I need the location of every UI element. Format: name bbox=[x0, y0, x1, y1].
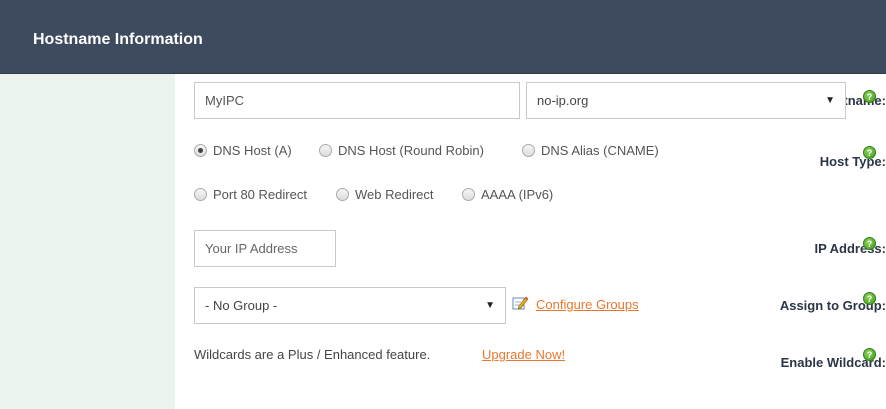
radio-label-port-80-redirect: Port 80 Redirect bbox=[213, 187, 307, 202]
group-help-question-mark-icon[interactable]: ? bbox=[863, 292, 876, 305]
group-select[interactable]: - No Group - ▼ bbox=[194, 287, 506, 324]
radio-aaaa-ipv6[interactable]: AAAA (IPv6) bbox=[462, 187, 553, 202]
configure-groups-link[interactable]: Configure Groups bbox=[536, 297, 639, 312]
caret-down-icon: ▼ bbox=[485, 300, 495, 311]
domain-select[interactable]: no-ip.org ▼ bbox=[526, 82, 846, 119]
radio-dot bbox=[319, 144, 332, 157]
group-select-value: - No Group - bbox=[205, 298, 278, 313]
radio-label-web-redirect: Web Redirect bbox=[355, 187, 434, 202]
wildcard-help-question-mark-icon[interactable]: ? bbox=[863, 348, 876, 361]
ip-address-help-question-mark-icon[interactable]: ? bbox=[863, 237, 876, 250]
label-column bbox=[0, 74, 175, 409]
hostname-help-question-mark-icon[interactable]: ? bbox=[863, 90, 876, 103]
radio-dns-host-a[interactable]: DNS Host (A) bbox=[194, 143, 292, 158]
radio-label-aaaa-ipv6: AAAA (IPv6) bbox=[481, 187, 554, 202]
upgrade-now-link[interactable]: Upgrade Now! bbox=[482, 347, 565, 362]
radio-label-dns-host-a: DNS Host (A) bbox=[213, 143, 292, 158]
hostname-input[interactable]: MyIPC bbox=[194, 82, 520, 119]
radio-dot-checked bbox=[194, 144, 207, 157]
edit-pencil-icon[interactable] bbox=[512, 296, 528, 310]
host-type-help-question-mark-icon[interactable]: ? bbox=[863, 146, 876, 159]
radio-dot bbox=[462, 188, 475, 201]
host-type-label: Host Type: bbox=[819, 154, 886, 169]
ip-address-label: IP Address: bbox=[814, 241, 886, 256]
caret-down-icon: ▼ bbox=[825, 95, 835, 106]
radio-port-80-redirect[interactable]: Port 80 Redirect bbox=[194, 187, 307, 202]
radio-dot bbox=[194, 188, 207, 201]
radio-label-dns-alias-cname: DNS Alias (CNAME) bbox=[541, 143, 659, 158]
panel-header: Hostname Information bbox=[0, 0, 886, 74]
ip-address-input[interactable]: Your IP Address bbox=[194, 230, 336, 267]
radio-dns-alias-cname[interactable]: DNS Alias (CNAME) bbox=[522, 143, 659, 158]
assign-group-label: Assign to Group: bbox=[779, 298, 886, 313]
radio-dot bbox=[336, 188, 349, 201]
domain-select-value: no-ip.org bbox=[537, 93, 589, 108]
radio-dns-host-round-robin[interactable]: DNS Host (Round Robin) bbox=[319, 143, 484, 158]
radio-label-dns-host-round-robin: DNS Host (Round Robin) bbox=[338, 143, 484, 158]
radio-dot bbox=[522, 144, 535, 157]
panel-title: Hostname Information bbox=[33, 31, 203, 48]
hostname-panel: Hostname Information Hostname: MyIPC no-… bbox=[0, 0, 886, 409]
enable-wildcard-label: Enable Wildcard: bbox=[780, 355, 886, 370]
wildcard-info-text: Wildcards are a Plus / Enhanced feature. bbox=[194, 347, 431, 362]
radio-web-redirect[interactable]: Web Redirect bbox=[336, 187, 434, 202]
